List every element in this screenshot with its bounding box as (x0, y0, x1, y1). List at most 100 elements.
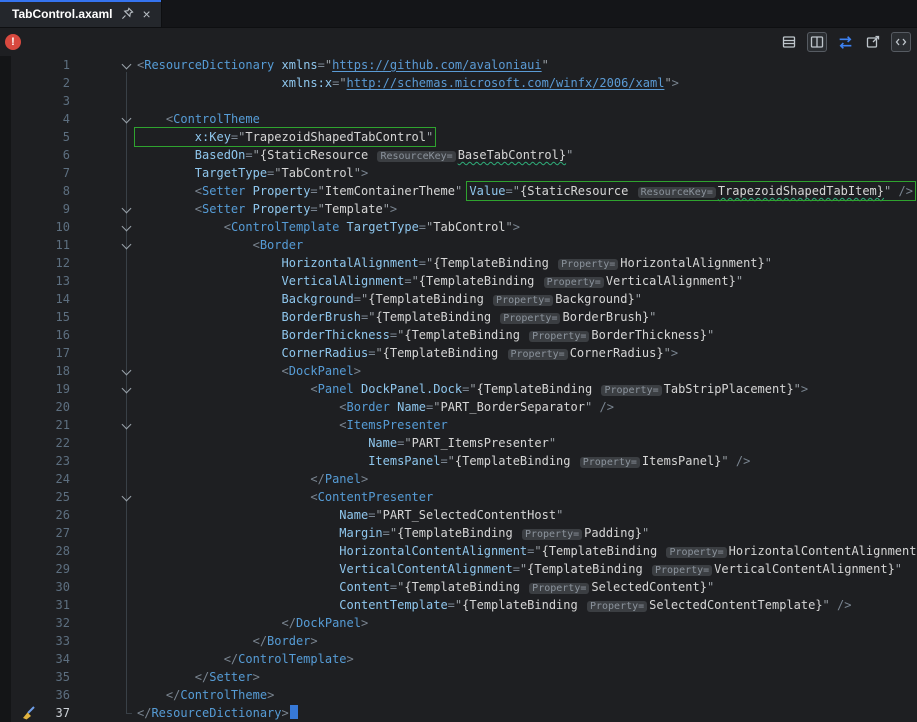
line-number[interactable]: 8 (0, 182, 70, 200)
open-in-window-icon[interactable] (863, 32, 883, 52)
line-number[interactable]: 27 (0, 524, 70, 542)
code-line[interactable]: 2 xmlns:x="http://schemas.microsoft.com/… (0, 74, 917, 92)
error-indicator[interactable]: ! (5, 34, 21, 50)
line-number[interactable]: 32 (0, 614, 70, 632)
line-number[interactable]: 35 (0, 668, 70, 686)
code-line[interactable]: 23 ItemsPanel="{TemplateBinding Property… (0, 452, 917, 470)
line-number[interactable]: 6 (0, 146, 70, 164)
code-line[interactable]: 1 <ResourceDictionary xmlns="https://gith… (0, 56, 917, 74)
code-line[interactable]: 17 CornerRadius="{TemplateBinding Proper… (0, 344, 917, 362)
code-line[interactable]: 5 x:Key="TrapezoidShapedTabControl" (0, 127, 917, 147)
line-number[interactable]: 3 (0, 92, 70, 110)
code-line[interactable]: 9 <Setter Property="Template"> (0, 200, 917, 218)
line-number[interactable]: 14 (0, 290, 70, 308)
line-number[interactable]: 5 (0, 128, 70, 146)
code-line[interactable]: 21 <ItemsPresenter (0, 416, 917, 434)
code-text[interactable]: Background= " {TemplateBinding Property= Ba… (137, 290, 642, 308)
code-text[interactable]: <DockPanel> (137, 362, 362, 380)
code-line[interactable]: 35 </Setter> (0, 668, 917, 686)
code-text[interactable]: </Border> (137, 632, 318, 650)
code-editor[interactable]: 1 <ResourceDictionary xmlns="https://gith… (0, 56, 917, 722)
code-text[interactable]: HorizontalAlignment= " {TemplateBinding Pr… (137, 254, 772, 272)
line-number[interactable]: 21 (0, 416, 70, 434)
code-line[interactable]: 31 ContentTemplate= " {TemplateBinding Pro… (0, 596, 917, 614)
code-text[interactable]: </DockPanel> (137, 614, 369, 632)
code-line[interactable]: 33 </Border> (0, 632, 917, 650)
code-text[interactable]: </Setter> (137, 668, 260, 686)
pin-icon[interactable] (120, 7, 134, 21)
code-text[interactable]: BorderThickness="{TemplateBinding Proper… (137, 326, 714, 344)
code-line[interactable]: 34 </ControlTemplate> (0, 650, 917, 668)
code-line[interactable]: 13 VerticalAlignment="{TemplateBinding P… (0, 272, 917, 290)
close-tab-icon[interactable]: × (142, 7, 150, 21)
code-line[interactable]: 24 </Panel> (0, 470, 917, 488)
code-text[interactable]: ContentTemplate= " {TemplateBinding Proper… (137, 596, 851, 614)
line-number[interactable]: 34 (0, 650, 70, 668)
code-line[interactable]: 15 BorderBrush="{TemplateBinding Propert… (0, 308, 917, 326)
line-number[interactable]: 33 (0, 632, 70, 650)
code-text[interactable]: Name="PART_ItemsPresenter" (137, 434, 556, 452)
code-line[interactable]: 22 Name="PART_ItemsPresenter" (0, 434, 917, 452)
line-number[interactable]: 18 (0, 362, 70, 380)
line-number[interactable]: 9 (0, 200, 70, 218)
line-number[interactable]: 2 (0, 74, 70, 92)
code-line[interactable]: 11 <Border (0, 236, 917, 254)
code-line[interactable]: 36 </ControlTheme> (0, 686, 917, 704)
code-line[interactable]: 6 BasedOn="{StaticResource ResourceKey= B… (0, 146, 917, 164)
line-number[interactable]: 15 (0, 308, 70, 326)
line-number[interactable]: 31 (0, 596, 70, 614)
code-line[interactable]: 4 <ControlTheme (0, 110, 917, 128)
fold-chevron-icon[interactable] (70, 218, 137, 236)
line-number[interactable]: 17 (0, 344, 70, 362)
line-number[interactable]: 4 (0, 110, 70, 128)
line-number[interactable]: 36 (0, 686, 70, 704)
code-line[interactable]: 3 (0, 92, 917, 110)
code-text[interactable]: <Setter Property="Template"> (137, 200, 397, 218)
line-number[interactable]: 1 (0, 56, 70, 74)
code-text[interactable]: TargetType="TabControl"> (137, 164, 368, 182)
code-text[interactable]: </ControlTheme> (137, 686, 274, 704)
code-text[interactable]: <Panel DockPanel.Dock="{TemplateBinding … (137, 380, 808, 398)
code-text[interactable]: <ControlTheme (137, 110, 260, 128)
code-text[interactable]: VerticalContentAlignment= " {TemplateBindi… (137, 560, 902, 578)
line-number[interactable]: 22 (0, 434, 70, 452)
code-line[interactable]: 28 HorizontalContentAlignment="{Template… (0, 542, 917, 560)
code-text[interactable]: VerticalAlignment="{TemplateBinding Prop… (137, 272, 743, 290)
code-line[interactable]: 37 </ResourceDictionary> (0, 704, 917, 722)
line-number[interactable]: 11 (0, 236, 70, 254)
code-text[interactable]: Name="PART_SelectedContentHost" (137, 506, 563, 524)
code-text[interactable]: CornerRadius="{TemplateBinding Property=… (137, 344, 678, 362)
code-line[interactable]: 29 VerticalContentAlignment= " {TemplateBi… (0, 560, 917, 578)
line-number[interactable]: 24 (0, 470, 70, 488)
code-text[interactable]: </ControlTemplate> (137, 650, 354, 668)
code-text[interactable]: <Setter Property="ItemContainerTheme" Va… (137, 181, 916, 201)
tab-tabcontrol-axaml[interactable]: TabControl.axaml × (0, 0, 162, 27)
code-line[interactable]: 19 <Panel DockPanel.Dock="{TemplateBindi… (0, 380, 917, 398)
code-text[interactable]: x:Key="TrapezoidShapedTabControl" (133, 127, 437, 147)
fold-chevron-icon[interactable] (70, 110, 137, 128)
code-line[interactable]: 10 <ControlTemplate TargetType= "TabContr… (0, 218, 917, 236)
cleanup-broom-icon[interactable] (20, 705, 36, 721)
split-vertical-icon[interactable] (807, 32, 827, 52)
code-line[interactable]: 7 TargetType="TabControl"> (0, 164, 917, 182)
code-text[interactable]: BorderBrush="{TemplateBinding Property= B… (137, 308, 656, 326)
structure-rows-icon[interactable] (779, 32, 799, 52)
code-line[interactable]: 18 <DockPanel> (0, 362, 917, 380)
line-number[interactable]: 16 (0, 326, 70, 344)
fold-chevron-icon[interactable] (70, 56, 137, 74)
code-line[interactable]: 16 BorderThickness="{TemplateBinding Pro… (0, 326, 917, 344)
line-number[interactable]: 10 (0, 218, 70, 236)
fold-chevron-icon[interactable] (70, 200, 137, 218)
code-line[interactable]: 12 HorizontalAlignment= " {TemplateBinding… (0, 254, 917, 272)
code-text[interactable]: ItemsPanel="{TemplateBinding Property= It… (137, 452, 750, 470)
line-number[interactable]: 26 (0, 506, 70, 524)
fold-chevron-icon[interactable] (70, 416, 137, 434)
code-text[interactable]: </ResourceDictionary> (137, 704, 298, 722)
fold-chevron-icon[interactable] (70, 236, 137, 254)
line-number[interactable]: 13 (0, 272, 70, 290)
code-line[interactable]: 25 <ContentPresenter (0, 488, 917, 506)
code-text[interactable]: <ContentPresenter (137, 488, 433, 506)
swap-icon[interactable] (835, 32, 855, 52)
code-line[interactable]: 32 </DockPanel> (0, 614, 917, 632)
code-line[interactable]: 8 <Setter Property="ItemContainerTheme" … (0, 181, 917, 201)
